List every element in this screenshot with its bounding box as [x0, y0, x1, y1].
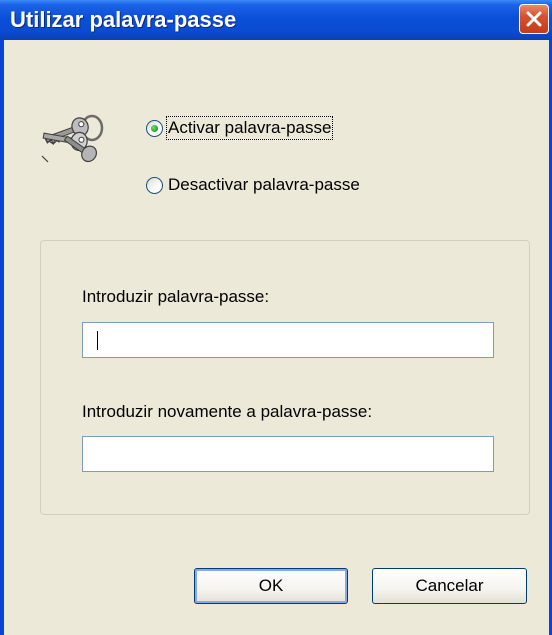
radio-button-disable[interactable] — [146, 176, 163, 194]
enable-password-radio[interactable]: Activar palavra-passe — [146, 116, 334, 140]
password-label: Introduzir palavra-passe: — [82, 287, 270, 306]
close-button[interactable] — [519, 4, 549, 34]
cancel-button[interactable]: Cancelar — [372, 568, 527, 604]
text-caret — [97, 331, 98, 350]
ok-button[interactable]: OK — [194, 568, 348, 604]
radio-button-enable[interactable] — [146, 119, 163, 137]
dialog-window: Utilizar palavra-passe Activar palavra-p… — [0, 0, 552, 635]
title-bar[interactable]: Utilizar palavra-passe — [0, 0, 552, 40]
enable-password-label: Activar palavra-passe — [165, 116, 334, 140]
disable-password-radio[interactable]: Desactivar palavra-passe — [146, 175, 360, 195]
dialog-body: Activar palavra-passe Desactivar palavra… — [4, 40, 549, 635]
dialog-title: Utilizar palavra-passe — [10, 7, 237, 32]
disable-password-label: Desactivar palavra-passe — [168, 175, 360, 194]
confirm-password-label: Introduzir novamente a palavra-passe: — [82, 402, 373, 421]
password-groupbox — [40, 240, 530, 515]
close-icon — [526, 11, 542, 27]
confirm-password-input[interactable] — [82, 436, 494, 472]
password-input[interactable] — [82, 322, 494, 358]
radio-selected-dot — [151, 124, 158, 132]
keys-icon — [41, 114, 104, 163]
